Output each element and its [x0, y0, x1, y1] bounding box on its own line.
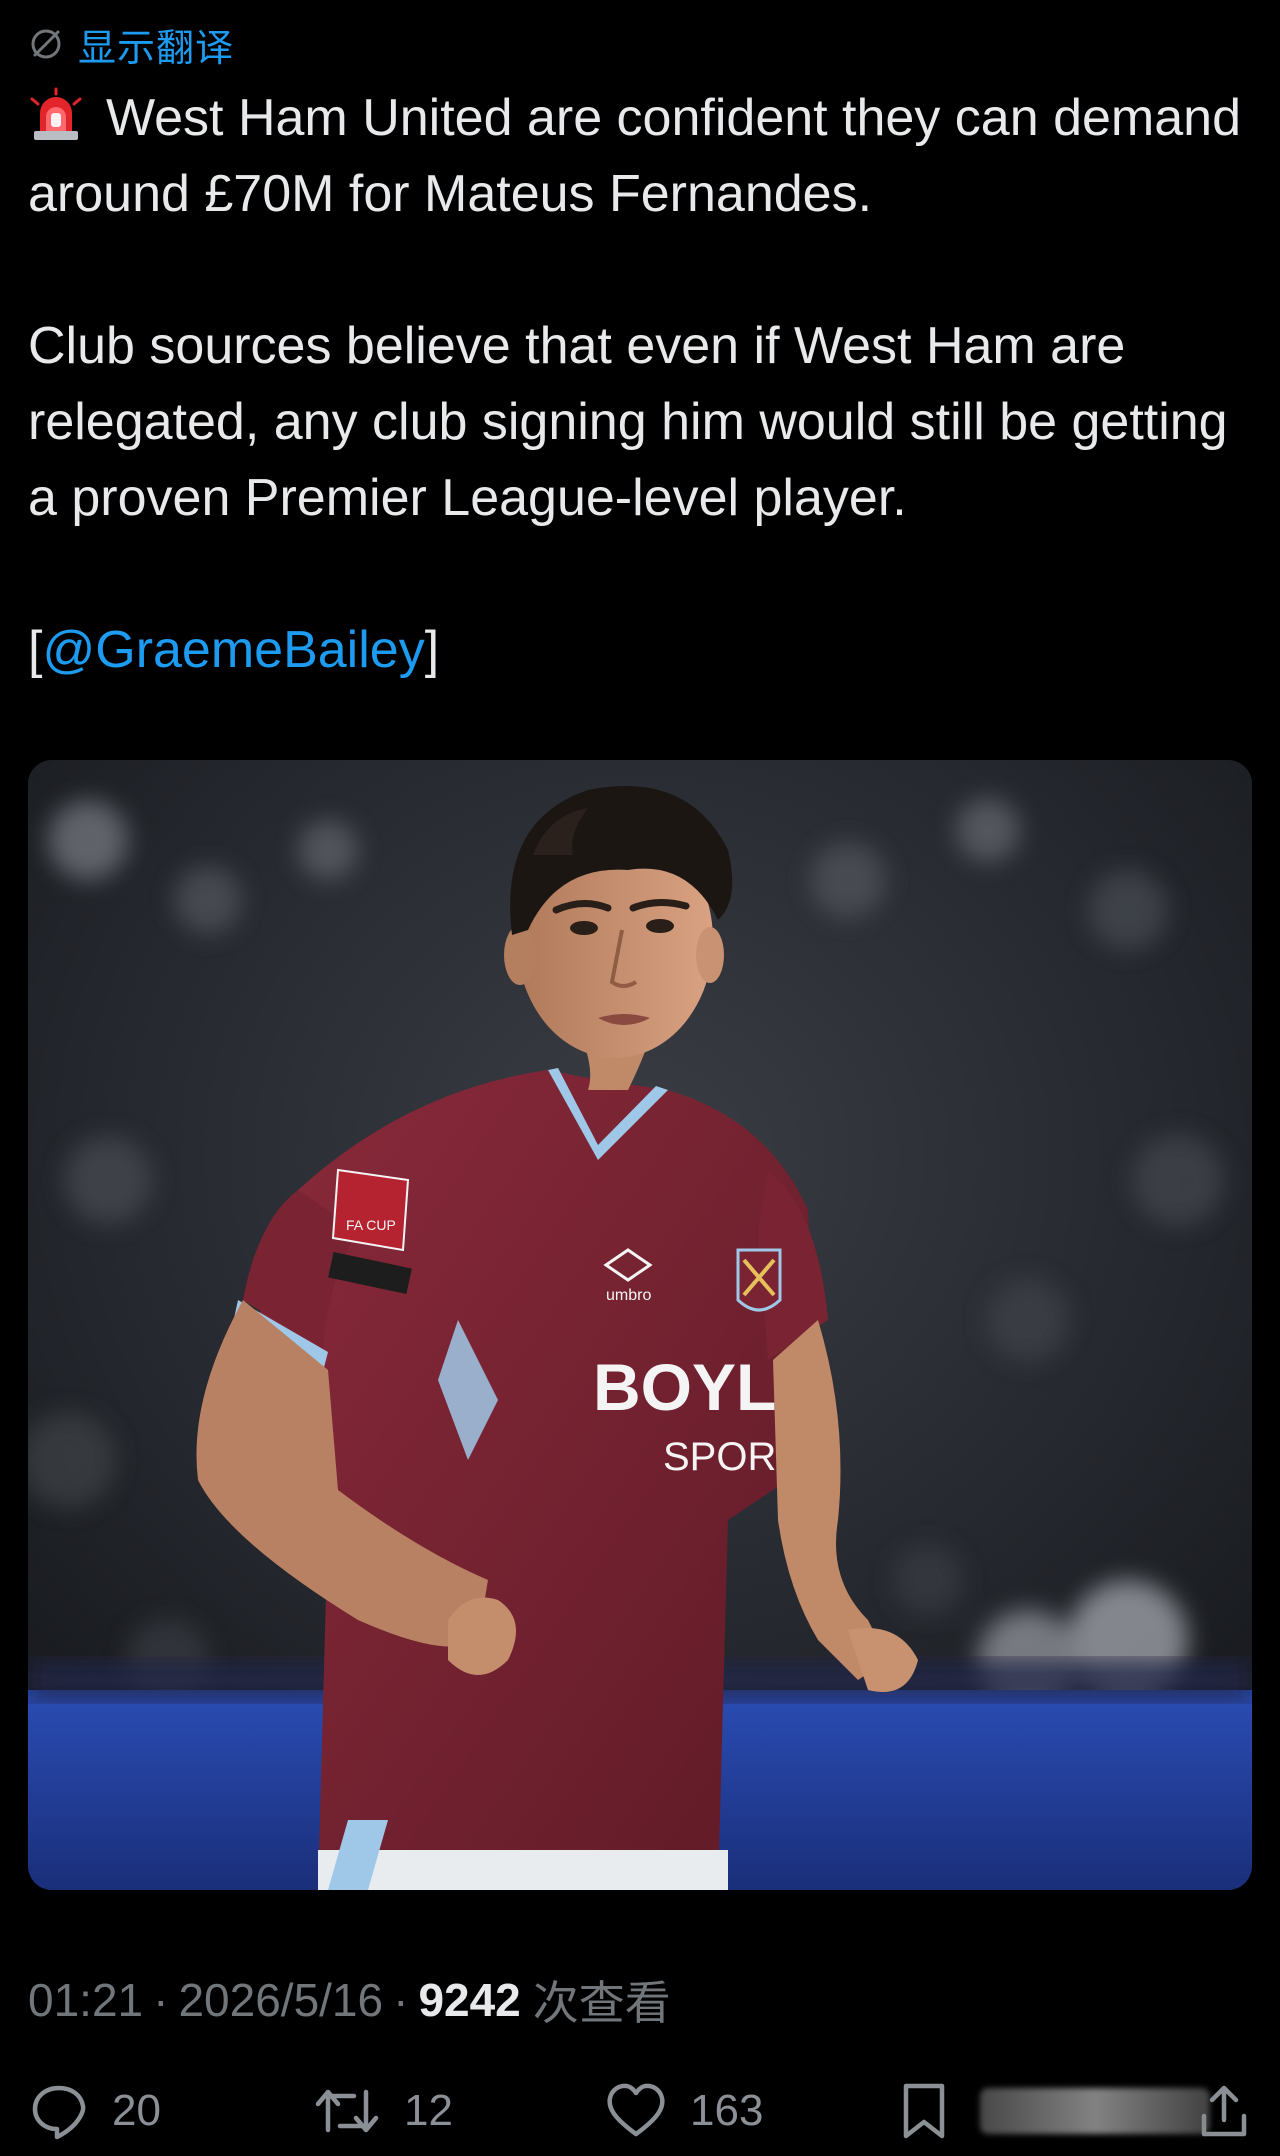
tweet-text: West Ham United are confident they can d…	[28, 80, 1258, 688]
tweet-source: [@GraemeBailey]	[28, 612, 1258, 688]
mention-link-graemebailey[interactable]: @GraemeBailey	[42, 621, 424, 679]
tweet-meta: 01:21 · 2026/5/16 · 9242 次查看	[28, 1968, 671, 2032]
reply-count: 20	[112, 2086, 161, 2135]
meta-separator: ·	[393, 1974, 409, 2026]
tweet-paragraph-1: West Ham United are confident they can d…	[28, 80, 1258, 232]
bookmark-icon	[896, 2080, 952, 2142]
tweet-date[interactable]: 2026/5/16	[178, 1973, 383, 2027]
show-translation-label: 显示翻译	[78, 25, 235, 70]
retweet-button[interactable]: 12	[312, 2076, 453, 2146]
views-label: 次查看	[532, 1976, 671, 2030]
meta-separator: ·	[153, 1974, 169, 2026]
reply-button[interactable]: 20	[28, 2076, 161, 2146]
tweet-photo[interactable]: BOYLE SPORTS umbro FA CUP	[28, 760, 1252, 1890]
tweet-time[interactable]: 01:21	[28, 1973, 143, 2027]
translate-icon	[28, 26, 64, 62]
views-count: 9242	[418, 1974, 521, 2026]
like-button[interactable]: 163	[604, 2076, 763, 2146]
watermark-overlay	[980, 2088, 1210, 2134]
fa-cup-patch-text: FA CUP	[346, 1217, 396, 1233]
kit-brand-text: umbro	[606, 1287, 651, 1304]
source-bracket-close: ]	[424, 621, 440, 679]
bookmark-button[interactable]	[896, 2076, 952, 2146]
retweet-icon	[312, 2080, 382, 2142]
like-count: 163	[690, 2086, 764, 2135]
retweet-count: 12	[404, 2086, 453, 2135]
tweet-paragraph-2: Club sources believe that even if West H…	[28, 317, 1228, 527]
source-bracket-open: [	[28, 621, 43, 679]
reply-icon	[28, 2080, 90, 2142]
police-siren-emoji-icon	[28, 87, 84, 143]
heart-icon	[604, 2080, 668, 2142]
show-translation-button[interactable]: 显示翻译	[28, 14, 234, 74]
tweet-line-1: West Ham United are confident they can d…	[28, 89, 1241, 223]
